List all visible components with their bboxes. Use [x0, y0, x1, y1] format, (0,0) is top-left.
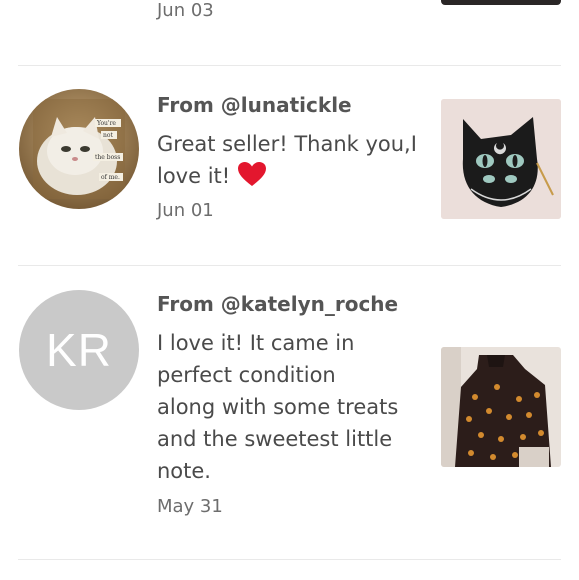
- avatar-label-3: the boss: [95, 154, 120, 161]
- review-comment-line: perfect condition: [157, 363, 336, 387]
- cat-tray-image: [441, 99, 561, 219]
- avatar[interactable]: KR: [19, 290, 139, 410]
- review-author[interactable]: From @katelyn_roche: [157, 292, 398, 316]
- review-comment-line: along with some treats: [157, 395, 399, 419]
- review-author[interactable]: From @lunatickle: [157, 93, 352, 117]
- review-comment-line: and the sweetest little: [157, 427, 393, 451]
- avatar-initials: KR: [46, 324, 112, 376]
- review-comment-line: I love it! It came in: [157, 331, 355, 355]
- review-comment: Great seller! Thank you,I love it!: [157, 128, 419, 196]
- cat-avatar-image: You're not the boss of me.: [19, 89, 139, 209]
- listing-thumbnail[interactable]: [441, 347, 561, 467]
- review-date: Jun 01: [157, 200, 214, 221]
- avatar-label-1: You're: [96, 120, 116, 127]
- avatar-label-4: of me.: [101, 174, 120, 181]
- listing-thumbnail[interactable]: [441, 0, 561, 5]
- review-comment: I love it! It came in perfect condition …: [157, 327, 419, 487]
- avatar[interactable]: You're not the boss of me.: [19, 89, 139, 209]
- review-comment-line: note.: [157, 459, 211, 483]
- pumpkin-top-image: [441, 347, 561, 467]
- avatar-label-2: not: [103, 132, 113, 139]
- review-date: Jun 03: [157, 0, 214, 21]
- divider: [18, 559, 561, 560]
- divider: [18, 65, 561, 66]
- listing-thumbnail[interactable]: [441, 99, 561, 219]
- heart-icon: [237, 161, 267, 196]
- review-comment-text: Great seller! Thank you,I love it!: [157, 132, 417, 188]
- review-date: May 31: [157, 496, 223, 517]
- divider: [18, 265, 561, 266]
